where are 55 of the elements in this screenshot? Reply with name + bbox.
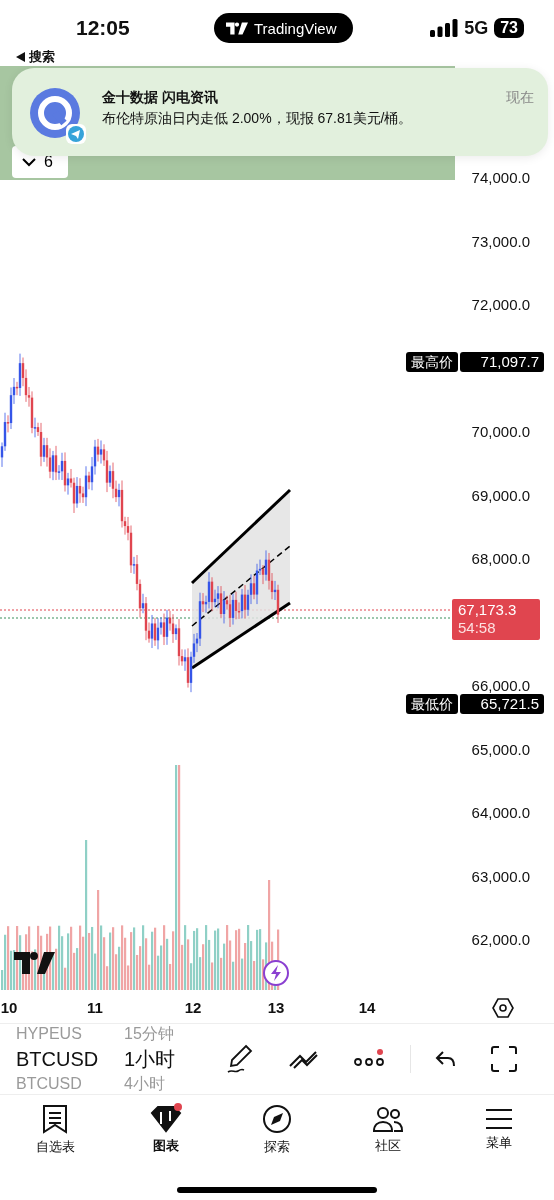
price-marker-value: 71,097.7 bbox=[460, 352, 544, 373]
price-tick: 68,000.0 bbox=[471, 550, 530, 568]
price-tick: 74,000.0 bbox=[471, 169, 530, 187]
network-label: 5G bbox=[464, 17, 489, 39]
more-icon[interactable] bbox=[354, 1049, 386, 1069]
time-tick: 10 bbox=[0, 999, 18, 1016]
time-tick: 13 bbox=[267, 999, 285, 1016]
nav-tab[interactable]: 图表 bbox=[110, 1105, 222, 1155]
compass-icon bbox=[262, 1104, 292, 1134]
price-tick: 64,000.0 bbox=[471, 804, 530, 822]
last-price: 67,173.3 bbox=[458, 601, 518, 620]
nav-tab[interactable]: 社区 bbox=[332, 1105, 444, 1155]
notification-time: 现在 bbox=[506, 88, 534, 107]
notification-card[interactable]: 金十数据 闪电资讯 布伦特原油日内走低 2.00%，现报 67.81美元/桶。 现在 bbox=[12, 68, 548, 156]
bar-countdown: 54:58 bbox=[458, 619, 497, 638]
app-icon bbox=[30, 88, 88, 146]
notification-message: 布伦特原油日内走低 2.00%，现报 67.81美元/桶。 bbox=[102, 110, 413, 128]
price-tick: 62,000.0 bbox=[471, 931, 530, 949]
logo-icon bbox=[14, 952, 55, 974]
people-icon bbox=[371, 1105, 404, 1133]
symbol-interval-option[interactable]: BTCUSD 1小时 bbox=[16, 1043, 216, 1075]
lightning-button[interactable] bbox=[263, 960, 289, 986]
fullscreen-icon[interactable] bbox=[491, 1046, 517, 1072]
back-link[interactable]: 搜索 bbox=[0, 48, 55, 66]
nav-tab[interactable]: 菜单 bbox=[443, 1108, 554, 1152]
chevron-icon bbox=[22, 157, 36, 167]
battery-indicator: 73 bbox=[494, 18, 524, 38]
back-arrow-icon bbox=[16, 52, 25, 62]
logo-icon bbox=[226, 21, 248, 35]
price-tick: 69,000.0 bbox=[471, 486, 530, 505]
price-marker-label: 最低价 bbox=[406, 693, 458, 714]
price-tick: 63,000.0 bbox=[471, 867, 530, 886]
price-tick: 65,000.0 bbox=[471, 740, 530, 759]
clock-time: 12:05 bbox=[76, 16, 131, 40]
price-tick: 73,000.0 bbox=[471, 232, 530, 251]
price-marker-value: 65,721.5 bbox=[460, 693, 544, 714]
signal-icon bbox=[430, 19, 459, 37]
pen-icon[interactable] bbox=[226, 1044, 254, 1074]
time-tick: 11 bbox=[87, 999, 103, 1016]
time-tick: 12 bbox=[184, 999, 202, 1016]
price-tick: 72,000.0 bbox=[471, 296, 530, 314]
price-tick: 70,000.0 bbox=[471, 423, 530, 441]
bookmark-list-icon bbox=[42, 1104, 69, 1134]
nav-tab[interactable]: 自选表 bbox=[0, 1104, 111, 1156]
nav-tab[interactable]: 探索 bbox=[221, 1104, 333, 1156]
settings-icon[interactable] bbox=[492, 998, 514, 1018]
time-tick: 14 bbox=[358, 999, 376, 1016]
app-name: TradingView bbox=[254, 19, 337, 37]
pattern-icon[interactable] bbox=[288, 1048, 320, 1070]
chart-icon bbox=[150, 1105, 183, 1133]
undo-icon[interactable] bbox=[435, 1050, 457, 1068]
menu-icon bbox=[484, 1108, 513, 1130]
price-tick: 66,000.0 bbox=[471, 677, 530, 695]
price-marker-label: 最高价 bbox=[406, 352, 458, 373]
notification-title: 金十数据 闪电资讯 bbox=[102, 89, 219, 107]
